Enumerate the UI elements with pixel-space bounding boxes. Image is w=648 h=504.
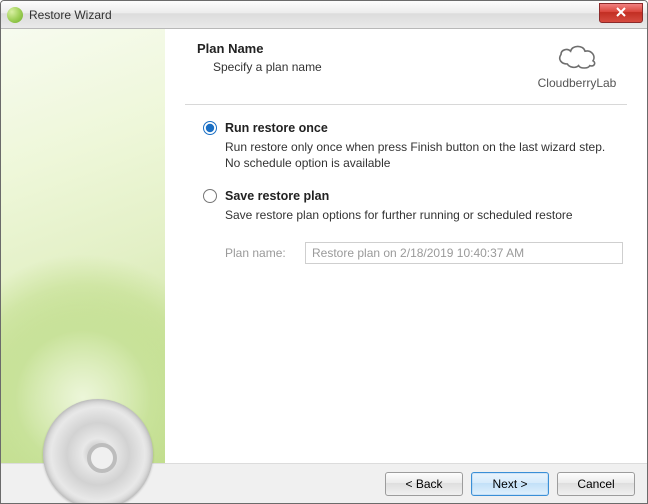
page-title: Plan Name — [197, 41, 322, 56]
brand-name: CloudberryLab — [527, 76, 627, 90]
window-title: Restore Wizard — [29, 8, 112, 22]
brand-logo: CloudberryLab — [527, 41, 627, 90]
wizard-main: Plan Name Specify a plan name Cloudberry… — [165, 29, 647, 463]
back-button[interactable]: < Back — [385, 472, 463, 496]
option-save-plan: Save restore plan Save restore plan opti… — [203, 189, 623, 223]
disc-icon — [43, 399, 153, 504]
wizard-sidebar — [1, 29, 165, 463]
cloud-icon — [527, 41, 627, 74]
option-run-once-desc: Run restore only once when press Finish … — [225, 139, 623, 171]
option-run-once: Run restore once Run restore only once w… — [203, 121, 623, 171]
header-row: Plan Name Specify a plan name Cloudberry… — [185, 41, 627, 90]
option-save-plan-row[interactable]: Save restore plan — [203, 189, 623, 203]
option-save-plan-desc: Save restore plan options for further ru… — [225, 207, 623, 223]
cancel-button[interactable]: Cancel — [557, 472, 635, 496]
divider — [185, 104, 627, 105]
close-button[interactable] — [599, 3, 643, 23]
next-button[interactable]: Next > — [471, 472, 549, 496]
plan-name-row: Plan name: — [225, 242, 623, 264]
radio-run-once[interactable] — [203, 121, 217, 135]
option-run-once-row[interactable]: Run restore once — [203, 121, 623, 135]
plan-options: Run restore once Run restore only once w… — [185, 121, 627, 264]
page-subtitle: Specify a plan name — [197, 60, 322, 74]
titlebar: Restore Wizard — [1, 1, 647, 29]
plan-name-input — [305, 242, 623, 264]
restore-wizard-window: Restore Wizard Plan Name Specify a plan … — [0, 0, 648, 504]
header-text: Plan Name Specify a plan name — [185, 41, 322, 74]
radio-save-plan[interactable] — [203, 189, 217, 203]
app-icon — [7, 7, 23, 23]
option-save-plan-label: Save restore plan — [225, 189, 329, 203]
wizard-body: Plan Name Specify a plan name Cloudberry… — [1, 29, 647, 463]
close-icon — [616, 6, 626, 20]
plan-name-label: Plan name: — [225, 246, 295, 260]
option-run-once-label: Run restore once — [225, 121, 328, 135]
